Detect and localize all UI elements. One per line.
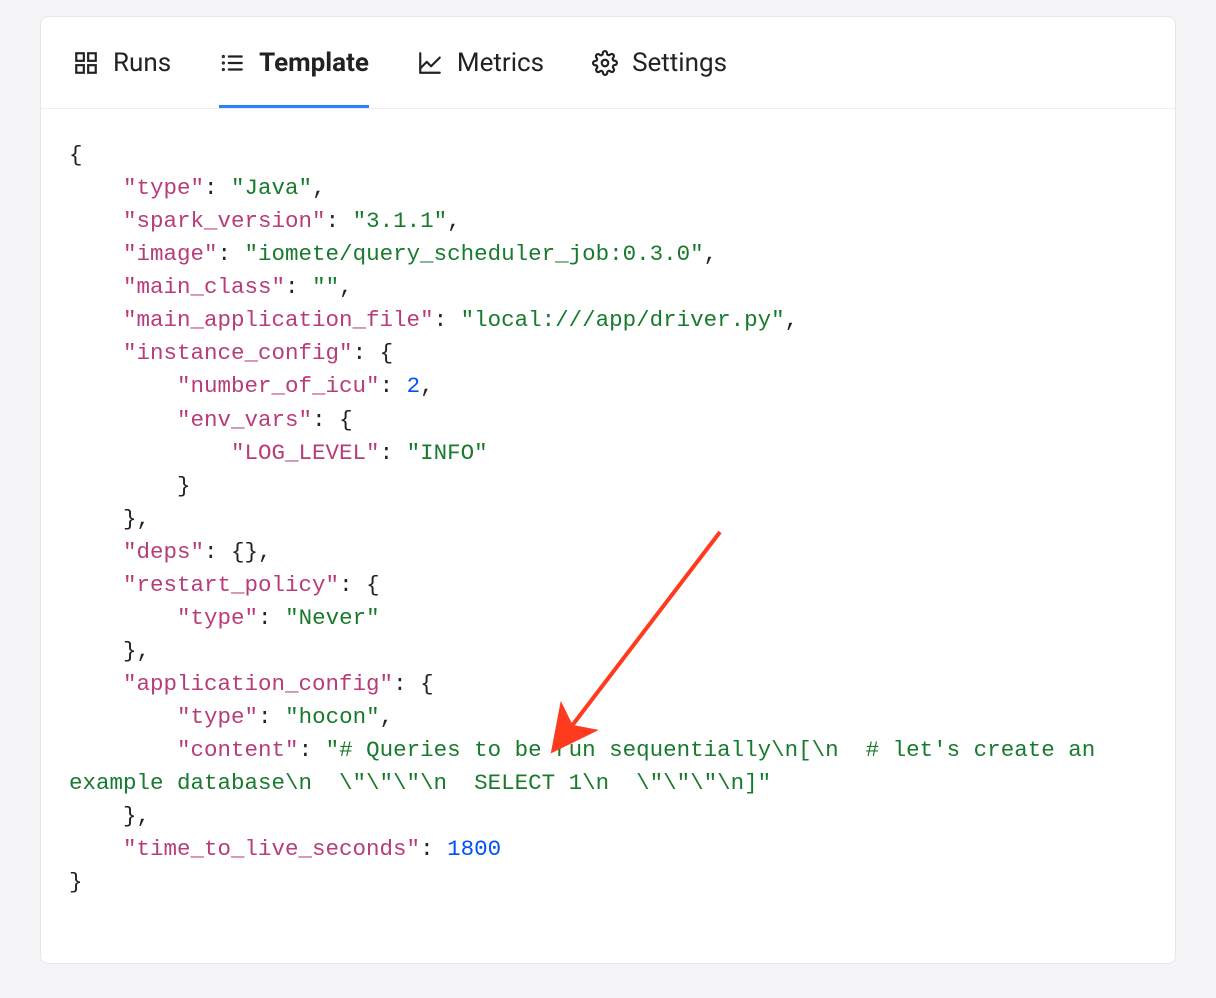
tab-template[interactable]: Template xyxy=(219,17,369,108)
chart-icon xyxy=(417,50,443,76)
content-card: Runs Template xyxy=(40,16,1176,964)
tab-label: Template xyxy=(259,48,369,78)
tab-label: Settings xyxy=(632,48,727,78)
tab-label: Runs xyxy=(113,48,171,78)
tab-metrics[interactable]: Metrics xyxy=(417,17,544,108)
list-icon xyxy=(219,50,245,76)
tab-bar: Runs Template xyxy=(41,17,1175,109)
grid-icon xyxy=(73,50,99,76)
tab-settings[interactable]: Settings xyxy=(592,17,727,108)
gear-icon xyxy=(592,50,618,76)
tab-label: Metrics xyxy=(457,48,544,78)
template-json-viewer: { "type": "Java", "spark_version": "3.1.… xyxy=(41,109,1175,929)
tab-runs[interactable]: Runs xyxy=(73,17,171,108)
